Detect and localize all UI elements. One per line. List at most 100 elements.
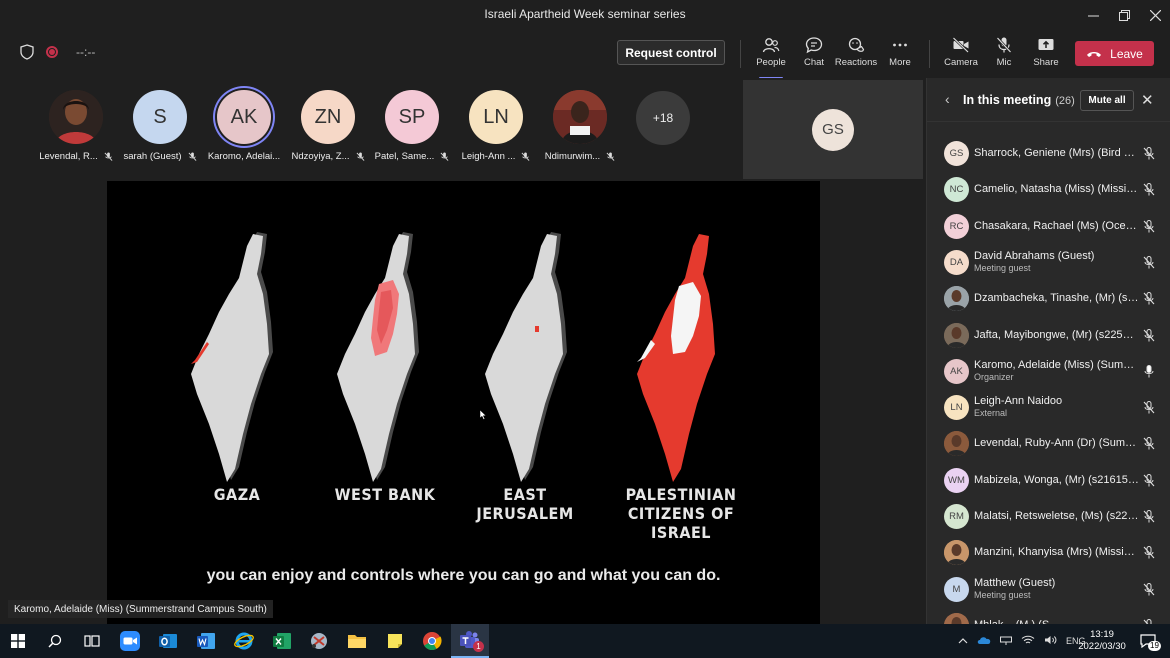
action-center-button[interactable]: 19 bbox=[1136, 629, 1161, 653]
snipping-tool-icon bbox=[311, 633, 327, 649]
excel-app-button[interactable] bbox=[270, 629, 294, 653]
participant-name: Karomo, Adelai... bbox=[207, 151, 281, 162]
chevron-up-icon[interactable] bbox=[958, 636, 968, 646]
mic-off-icon bbox=[188, 152, 196, 161]
clock-time: 13:19 bbox=[1090, 629, 1114, 640]
mic-off-icon[interactable] bbox=[1143, 401, 1155, 414]
active-speaker-label: Karomo, Adelaide (Miss) (Summerstrand Ca… bbox=[8, 600, 273, 618]
avatar-initials: ZN bbox=[314, 105, 342, 128]
map-label-east-jerusalem: EAST JERUSALEM bbox=[476, 485, 574, 523]
avatar-initials: S bbox=[153, 105, 167, 128]
participant-name: Jafta, Mayibongwe, (Mr) (s22528... bbox=[974, 328, 1139, 341]
teams-app-button-active[interactable]: 1 bbox=[451, 624, 489, 658]
participant-row[interactable]: Jafta, Mayibongwe, (Mr) (s22528... bbox=[927, 318, 1170, 354]
people-icon bbox=[762, 38, 780, 53]
mic-off-icon bbox=[104, 152, 113, 161]
participant-row[interactable]: RC Chasakara, Rachael (Ms) (Ocean ... bbox=[927, 209, 1170, 245]
avatar-initials: GS bbox=[949, 148, 964, 159]
participant-row[interactable]: AK Karomo, Adelaide (Miss) (Summ... Organi… bbox=[927, 354, 1170, 390]
avatar: DA bbox=[944, 249, 969, 275]
mic-off-icon[interactable] bbox=[1143, 473, 1155, 487]
more-button[interactable]: More bbox=[876, 36, 924, 74]
avatar-initials: LN bbox=[950, 402, 963, 414]
participant-row[interactable]: Manzini, Khanyisa (Mrs) (Missio... bbox=[927, 535, 1170, 571]
chat-icon bbox=[805, 37, 823, 54]
windows-taskbar: 1 ENG 13:19 2022/03/30 19 bbox=[0, 624, 1170, 658]
participant-tile[interactable]: AK Karomo, Adelai... bbox=[202, 90, 286, 162]
start-button[interactable] bbox=[6, 629, 30, 653]
wifi-icon[interactable] bbox=[1021, 635, 1035, 647]
mic-off-icon[interactable] bbox=[1143, 292, 1155, 305]
close-icon[interactable]: ✕ bbox=[1141, 91, 1154, 109]
participant-tile[interactable]: S sarah (Guest) bbox=[118, 90, 202, 162]
onedrive-icon[interactable] bbox=[977, 636, 991, 647]
participant-name: Dzambacheka, Tinashe, (Mr) (s2... bbox=[974, 292, 1139, 305]
participant-name: David Abrahams (Guest) bbox=[974, 249, 1095, 262]
mic-off-icon[interactable] bbox=[1143, 510, 1155, 523]
mic-off-icon[interactable] bbox=[1143, 183, 1155, 196]
participant-row[interactable]: GS Sharrock, Geniene (Mrs) (Bird Str... bbox=[927, 136, 1170, 172]
participant-tile[interactable]: Ndimurwim... bbox=[538, 90, 622, 162]
participant-row[interactable]: NC Camelio, Natasha (Miss) (Missio... bbox=[927, 172, 1170, 208]
chat-button[interactable]: Chat bbox=[790, 36, 838, 74]
reactions-button[interactable]: Reactions bbox=[832, 36, 880, 74]
participant-tile[interactable]: ZN Ndzoyiya, Z... bbox=[286, 90, 370, 162]
participant-row[interactable]: DA David Abrahams (Guest) Meeting guest bbox=[927, 245, 1170, 281]
mic-off-icon[interactable] bbox=[1143, 546, 1155, 559]
chrome-app-button[interactable] bbox=[420, 629, 444, 653]
participant-row[interactable]: Levendal, Ruby-Ann (Dr) (Summ... bbox=[927, 426, 1170, 462]
shield-icon[interactable] bbox=[20, 44, 34, 60]
minimize-button[interactable] bbox=[1078, 0, 1108, 30]
participant-row[interactable]: Dzambacheka, Tinashe, (Mr) (s2... bbox=[927, 281, 1170, 317]
outlook-app-button[interactable] bbox=[156, 629, 180, 653]
video-tile[interactable]: GS bbox=[743, 80, 923, 179]
mic-off-icon[interactable] bbox=[1143, 219, 1155, 233]
chevron-left-icon[interactable]: ‹ bbox=[945, 91, 950, 107]
avatar-initials: NC bbox=[949, 184, 964, 196]
file-explorer-button[interactable] bbox=[345, 629, 369, 653]
participant-row[interactable]: Mhlak... (M.) (S... bbox=[927, 608, 1170, 624]
participant-name: Sharrock, Geniene (Mrs) (Bird Str... bbox=[974, 147, 1139, 159]
participant-row[interactable]: WM Mabizela, Wonga, (Mr) (s216154... bbox=[927, 463, 1170, 499]
mic-on-icon[interactable] bbox=[1143, 364, 1155, 378]
participant-tile[interactable]: Levendal, R... bbox=[34, 90, 118, 162]
task-view-button[interactable] bbox=[80, 629, 104, 653]
participant-strip: Levendal, R... S sarah (Guest) AK Karomo… bbox=[0, 78, 926, 181]
word-app-button[interactable] bbox=[194, 629, 218, 653]
avatar: M bbox=[944, 576, 969, 602]
participant-row[interactable]: RM Malatsi, Retsweletse, (Ms) (s220... bbox=[927, 499, 1170, 535]
avatar: AK bbox=[217, 90, 271, 144]
zoom-app-button[interactable] bbox=[118, 629, 142, 653]
slide-subtitle: you can enjoy and controls where you can… bbox=[206, 567, 721, 584]
volume-icon[interactable] bbox=[1044, 635, 1057, 647]
participant-row[interactable]: M Matthew (Guest) Meeting guest bbox=[927, 572, 1170, 608]
participant-tile[interactable]: SP Patel, Same... bbox=[370, 90, 454, 162]
mic-off-icon bbox=[440, 152, 449, 161]
mic-button[interactable]: Mic bbox=[980, 36, 1028, 74]
restore-button[interactable] bbox=[1109, 0, 1139, 30]
mute-all-button[interactable]: Mute all bbox=[1080, 90, 1134, 111]
mic-off-icon[interactable] bbox=[1143, 147, 1155, 160]
leave-button[interactable]: Leave bbox=[1075, 41, 1154, 66]
participant-row[interactable]: LN Leigh-Ann Naidoo External bbox=[927, 390, 1170, 426]
restore-icon bbox=[1118, 9, 1130, 21]
avatar bbox=[944, 431, 969, 457]
system-clock[interactable]: 13:19 2022/03/30 bbox=[1075, 629, 1129, 653]
edge-app-button[interactable] bbox=[232, 629, 256, 653]
share-button[interactable]: Share bbox=[1022, 36, 1070, 74]
search-button[interactable] bbox=[43, 629, 67, 653]
request-control-button[interactable]: Request control bbox=[617, 40, 725, 65]
overflow-participants-button[interactable]: +18 bbox=[636, 91, 690, 145]
mic-off-icon[interactable] bbox=[1143, 328, 1155, 342]
mic-off-icon[interactable] bbox=[1143, 437, 1155, 450]
sticky-notes-button[interactable] bbox=[383, 629, 407, 653]
participant-tile[interactable]: LN Leigh-Ann ... bbox=[454, 90, 538, 162]
mic-off-icon[interactable] bbox=[1143, 582, 1155, 596]
east-jerusalem-map bbox=[485, 232, 567, 482]
network-drive-icon[interactable] bbox=[1000, 635, 1012, 647]
camera-button[interactable]: Camera bbox=[937, 36, 985, 74]
snipping-tool-button[interactable] bbox=[307, 629, 331, 653]
mic-off-icon[interactable] bbox=[1143, 255, 1155, 269]
people-button[interactable]: People bbox=[747, 36, 795, 79]
close-window-button[interactable] bbox=[1140, 0, 1170, 30]
